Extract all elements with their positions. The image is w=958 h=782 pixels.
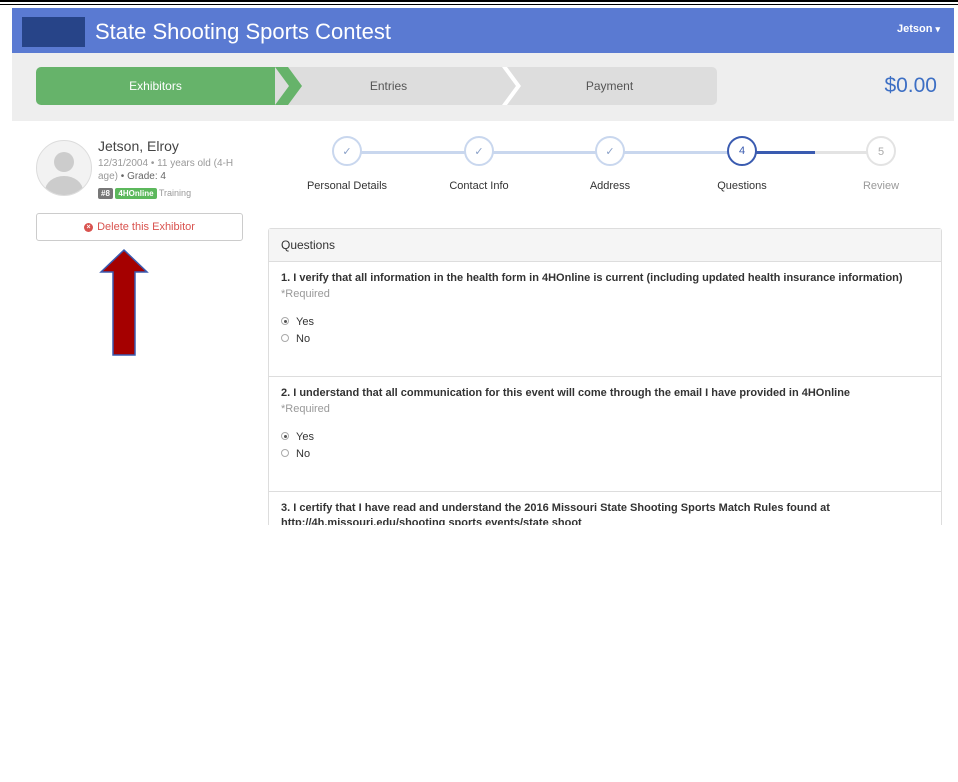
exhibitor-badges: #8 4HOnline Training <box>98 188 191 199</box>
progress-line-completed <box>347 151 742 154</box>
step-questions-marker[interactable]: 4 <box>727 136 757 166</box>
radio-selected-icon[interactable] <box>281 432 289 441</box>
radio-selected-icon[interactable] <box>281 317 289 326</box>
chevron-entries-divider <box>502 67 521 105</box>
checkout-wizard: Exhibitors Entries Payment <box>36 67 717 105</box>
caret-down-icon: ▾ <box>935 24 940 34</box>
exhibitor-meta: 12/31/2004 • 11 years old (4-H age) • Gr… <box>98 157 248 183</box>
top-navbar: State Shooting Sports Contest Jetson ▾ <box>12 8 954 53</box>
question-1-option-yes[interactable]: Yes <box>281 314 929 331</box>
top-border-line-thin <box>0 4 958 5</box>
question-2-option-yes[interactable]: Yes <box>281 429 929 446</box>
option-label: Yes <box>296 431 314 443</box>
step-progress: ✓ ✓ ✓ 4 5 Personal Details Contact Info … <box>272 136 912 206</box>
question-3-text: 3. I certify that I have read and unders… <box>281 502 830 525</box>
step-questions-label[interactable]: Questions <box>717 180 767 192</box>
delete-exhibitor-button[interactable]: × Delete this Exhibitor <box>36 213 243 241</box>
questions-heading: Questions <box>269 229 941 262</box>
chevron-exhibitors <box>275 67 302 105</box>
question-2-option-no[interactable]: No <box>281 446 929 463</box>
step-address-marker[interactable]: ✓ <box>595 136 625 166</box>
option-label: Yes <box>296 316 314 328</box>
user-silhouette-icon <box>45 152 83 195</box>
step-review-label: Review <box>862 180 900 192</box>
user-menu[interactable]: Jetson ▾ <box>897 23 940 35</box>
exhibitor-id-badge: #8 <box>98 188 113 199</box>
step-personal-details-marker[interactable]: ✓ <box>332 136 362 166</box>
step-address-label[interactable]: Address <box>590 180 630 192</box>
step-review-marker: 5 <box>866 136 896 166</box>
source-badge: 4HOnline <box>115 188 157 199</box>
logo[interactable] <box>22 17 85 47</box>
radio-unselected-icon[interactable] <box>281 334 289 343</box>
red-arrow-annotation <box>99 248 149 356</box>
question-1-option-no[interactable]: No <box>281 331 929 348</box>
top-border-line <box>0 0 958 2</box>
wizard-chevrons <box>275 67 521 105</box>
question-3: 3. I certify that I have read and unders… <box>269 492 941 525</box>
app-viewport: State Shooting Sports Contest Jetson ▾ Ex… <box>12 8 954 525</box>
training-label: Training <box>158 188 192 198</box>
step-contact-info-marker[interactable]: ✓ <box>464 136 494 166</box>
checkout-wizard-band: Exhibitors Entries Payment $0.00 <box>12 53 954 121</box>
avatar <box>36 140 92 196</box>
question-2-required: *Required <box>281 403 330 415</box>
question-1: 1. I verify that all information in the … <box>269 262 941 377</box>
questions-panel: Questions 1. I verify that all informati… <box>268 228 942 525</box>
delete-circle-icon: × <box>84 222 94 232</box>
exhibitor-grade: • Grade: 4 <box>118 171 166 182</box>
option-label: No <box>296 448 311 460</box>
question-2: 2. I understand that all communication f… <box>269 377 941 492</box>
step-personal-details-label[interactable]: Personal Details <box>307 180 387 192</box>
question-1-text: 1. I verify that all information in the … <box>281 272 903 284</box>
app-title: State Shooting Sports Contest <box>95 19 391 44</box>
step-contact-info-label[interactable]: Contact Info <box>449 180 508 192</box>
radio-unselected-icon[interactable] <box>281 449 289 458</box>
delete-exhibitor-label: Delete this Exhibitor <box>97 221 195 233</box>
question-2-text: 2. I understand that all communication f… <box>281 387 851 399</box>
user-name: Jetson <box>897 23 933 35</box>
question-1-required: *Required <box>281 288 330 300</box>
option-label: No <box>296 333 311 345</box>
exhibitor-name: Jetson, Elroy <box>98 138 179 154</box>
cart-total: $0.00 <box>884 74 937 97</box>
